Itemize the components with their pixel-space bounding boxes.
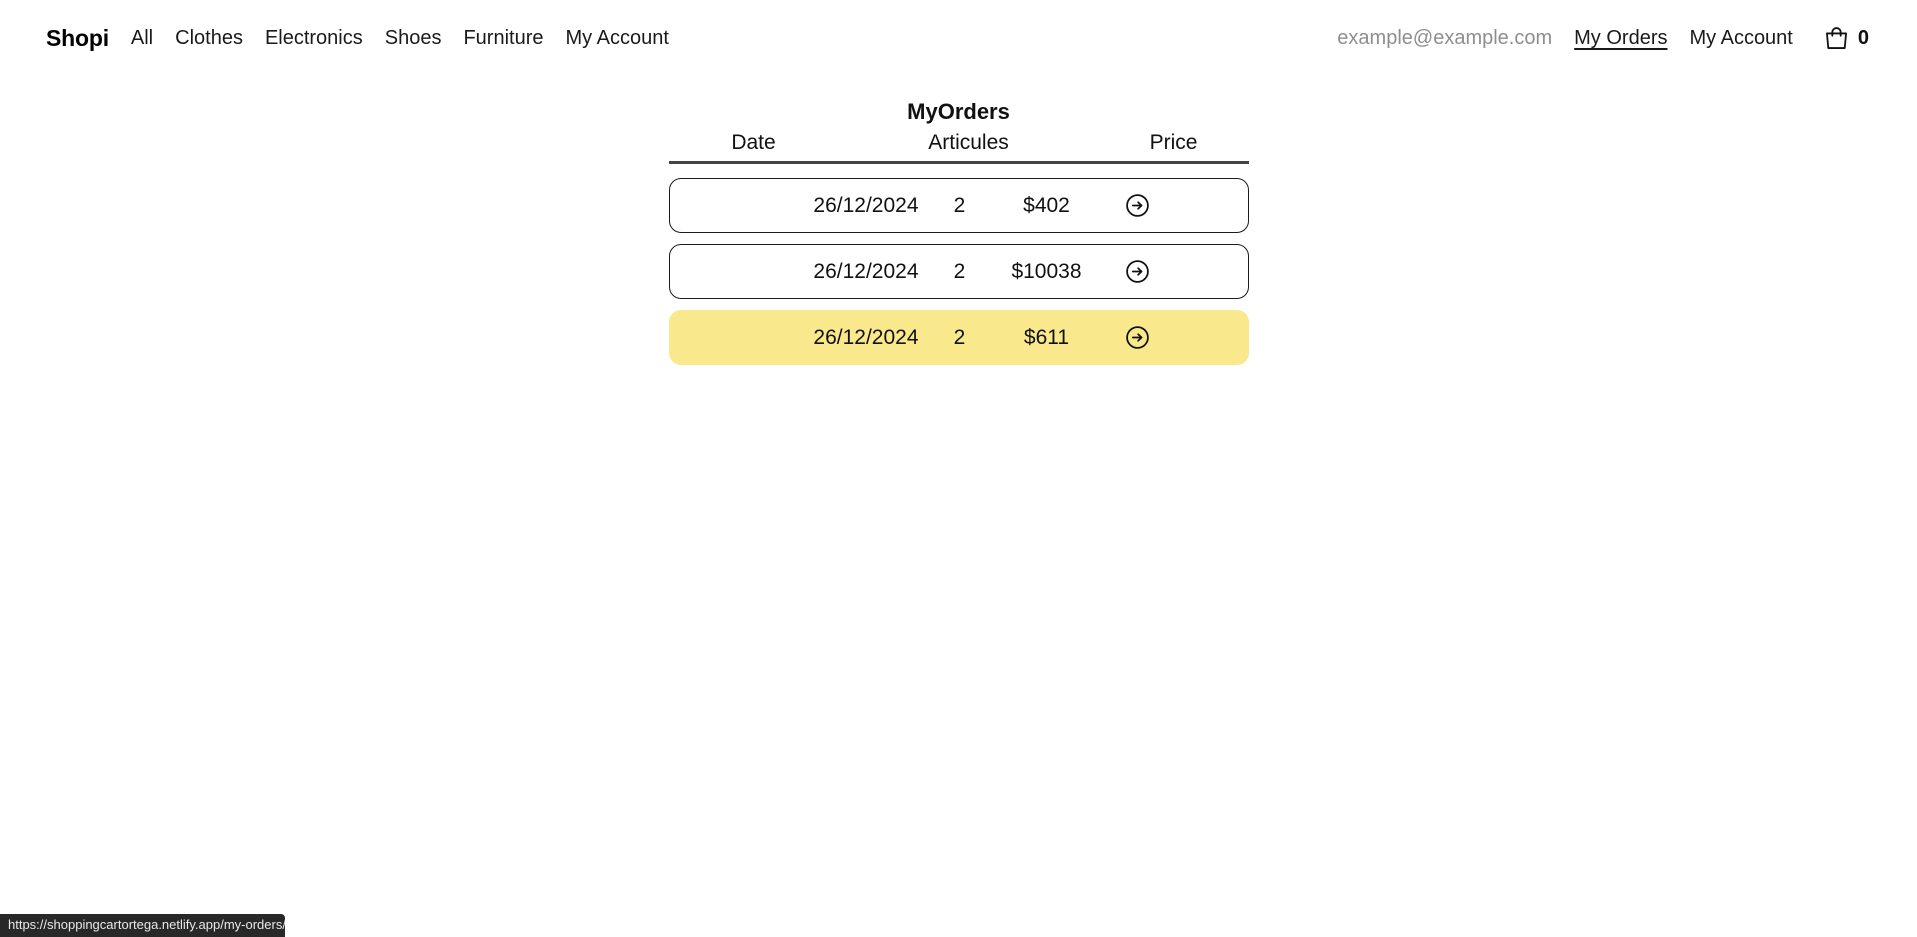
- brand-logo[interactable]: Shopi: [46, 25, 109, 52]
- order-articles: 2: [953, 193, 966, 217]
- order-price: $611: [1023, 325, 1070, 349]
- order-articles: 2: [953, 259, 966, 283]
- status-bar-link-preview: https://shoppingcartortega.netlify.app/m…: [0, 914, 285, 937]
- cart-button[interactable]: 0: [1823, 25, 1869, 52]
- orders-panel: MyOrders Date Articules Price 26/12/2024…: [668, 99, 1249, 366]
- order-date: 26/12/2024: [813, 193, 919, 217]
- shopping-bag-icon: [1823, 25, 1850, 52]
- account-email: example@example.com: [1337, 26, 1553, 49]
- nav-link-account-right[interactable]: My Account: [1689, 28, 1792, 48]
- arrow-right-circle-icon[interactable]: [1125, 193, 1151, 219]
- nav-link-all[interactable]: All: [131, 28, 153, 48]
- nav-link-electronics[interactable]: Electronics: [265, 28, 363, 48]
- order-date: 26/12/2024: [813, 259, 919, 283]
- nav-link-my-account[interactable]: My Account: [566, 28, 669, 48]
- column-header-price: Price: [1149, 131, 1198, 155]
- order-price: $402: [1023, 193, 1070, 217]
- nav-link-clothes[interactable]: Clothes: [175, 28, 243, 48]
- column-header-date: Date: [731, 131, 776, 155]
- order-date: 26/12/2024: [813, 325, 919, 349]
- order-row[interactable]: 26/12/2024 2 $10038: [668, 244, 1249, 300]
- nav-link-my-orders[interactable]: My Orders: [1574, 28, 1667, 48]
- arrow-right-circle-icon[interactable]: [1125, 325, 1151, 351]
- nav-link-furniture[interactable]: Furniture: [463, 28, 543, 48]
- order-row[interactable]: 26/12/2024 2 $611: [668, 310, 1249, 366]
- order-articles: 2: [953, 325, 966, 349]
- arrow-right-circle-icon[interactable]: [1125, 259, 1151, 285]
- nav-link-shoes[interactable]: Shoes: [385, 28, 442, 48]
- top-navigation-bar: Shopi All Clothes Electronics Shoes Furn…: [0, 0, 1917, 76]
- cart-count: 0: [1857, 27, 1869, 49]
- column-header-articles: Articules: [928, 131, 1009, 155]
- main-content: MyOrders Date Articules Price 26/12/2024…: [0, 76, 1917, 366]
- nav-left-group: Shopi All Clothes Electronics Shoes Furn…: [46, 25, 669, 52]
- nav-right-group: example@example.com My Orders My Account…: [1337, 25, 1889, 52]
- orders-table-header: Date Articules Price: [668, 131, 1249, 165]
- order-row[interactable]: 26/12/2024 2 $402: [668, 178, 1249, 234]
- order-price: $10038: [1011, 259, 1082, 283]
- orders-list: 26/12/2024 2 $402 26/12/2024 2 $10038 26…: [668, 178, 1249, 366]
- page-title: MyOrders: [907, 99, 1010, 124]
